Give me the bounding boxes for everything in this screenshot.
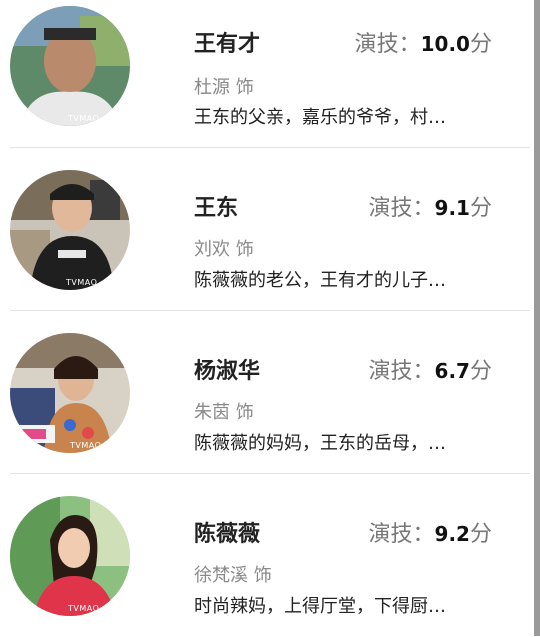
score-value: 9.2	[434, 522, 470, 546]
score-value: 9.1	[434, 196, 470, 220]
character-description: 时尚辣妈，上得厅堂，下得厨…	[194, 596, 446, 617]
actor-name: 杜源 饰	[194, 77, 254, 98]
score-label: 演技：	[368, 196, 435, 221]
character-description: 王东的父亲，嘉乐的爷爷，村…	[194, 107, 446, 128]
acting-score: 演技：10.0分	[355, 26, 492, 58]
score-unit: 分	[469, 359, 492, 384]
watermark-text: TVMAO	[66, 278, 98, 287]
acting-score: 演技：9.2分	[369, 516, 492, 548]
character-description: 陈薇薇的妈妈，王东的岳母，…	[194, 433, 446, 454]
acting-score: 演技：6.7分	[369, 353, 492, 385]
character-name: 陈薇薇	[194, 522, 261, 547]
character-name: 王东	[194, 196, 239, 221]
avatar: TVMAO	[10, 333, 130, 453]
watermark-text: TVMAO	[68, 604, 100, 613]
avatar: TVMAO	[10, 170, 130, 290]
avatar: TVMAO	[10, 496, 130, 616]
score-unit: 分	[469, 522, 492, 547]
score-label: 演技：	[354, 32, 421, 57]
list-item[interactable]: TVMAO 王有才 演技：10.0分 杜源 饰 王东的父亲，嘉乐的爷爷，村…	[10, 0, 530, 148]
actor-name: 徐梵溪 饰	[194, 565, 272, 586]
character-name: 王有才	[194, 32, 261, 57]
avatar: TVMAO	[10, 6, 130, 126]
score-unit: 分	[469, 32, 492, 57]
score-label: 演技：	[368, 522, 435, 547]
actor-name: 朱茵 饰	[194, 402, 254, 423]
acting-score: 演技：9.1分	[369, 190, 492, 222]
list-item[interactable]: TVMAO 王东 演技：9.1分 刘欢 饰 陈薇薇的老公，王有才的儿子…	[10, 148, 530, 311]
scrollbar[interactable]	[534, 0, 540, 636]
list-item[interactable]: TVMAO 杨淑华 演技：6.7分 朱茵 饰 陈薇薇的妈妈，王东的岳母，…	[10, 311, 530, 474]
watermark-text: TVMAO	[68, 114, 100, 123]
watermark-text: TVMAO	[70, 441, 102, 450]
character-name: 杨淑华	[194, 359, 261, 384]
score-label: 演技：	[368, 359, 435, 384]
score-value: 10.0	[420, 32, 470, 56]
score-value: 6.7	[434, 359, 470, 383]
character-list: TVMAO 王有才 演技：10.0分 杜源 饰 王东的父亲，嘉乐的爷爷，村… T…	[10, 0, 530, 637]
actor-name: 刘欢 饰	[194, 239, 254, 260]
score-unit: 分	[469, 196, 492, 221]
character-description: 陈薇薇的老公，王有才的儿子…	[194, 270, 446, 291]
scroll-thumb[interactable]	[534, 0, 540, 636]
list-item[interactable]: TVMAO 陈薇薇 演技：9.2分 徐梵溪 饰 时尚辣妈，上得厅堂，下得厨…	[10, 474, 530, 637]
